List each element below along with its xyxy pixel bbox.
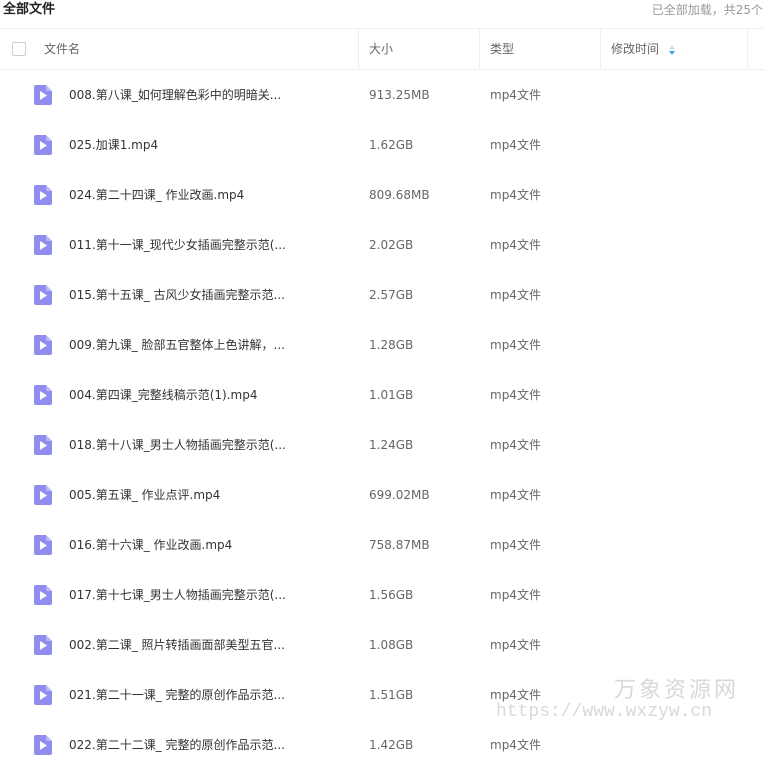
video-file-icon [34, 735, 52, 755]
file-row[interactable]: 017.第十七课_男士人物插画完整示范(... 1.56GB mp4文件 [0, 570, 765, 620]
video-file-icon [34, 635, 52, 655]
file-size: 758.87MB [369, 538, 430, 552]
file-row[interactable]: 025.加课1.mp4 1.62GB mp4文件 [0, 120, 765, 170]
file-size: 1.62GB [369, 138, 414, 152]
file-size: 1.51GB [369, 688, 414, 702]
file-name[interactable]: 024.第二十四课_ 作业改画.mp4 [69, 170, 244, 220]
column-divider[interactable] [358, 29, 359, 69]
file-row[interactable]: 016.第十六课_ 作业改画.mp4 758.87MB mp4文件 [0, 520, 765, 570]
file-row[interactable]: 024.第二十四课_ 作业改画.mp4 809.68MB mp4文件 [0, 170, 765, 220]
file-row[interactable]: 018.第十八课_男士人物插画完整示范(... 1.24GB mp4文件 [0, 420, 765, 470]
file-type: mp4文件 [490, 388, 541, 402]
file-size: 699.02MB [369, 488, 430, 502]
video-file-icon [34, 535, 52, 555]
file-name[interactable]: 016.第十六课_ 作业改画.mp4 [69, 520, 232, 570]
video-file-icon [34, 285, 52, 305]
file-type: mp4文件 [490, 438, 541, 452]
video-file-icon [34, 135, 52, 155]
file-type: mp4文件 [490, 588, 541, 602]
file-type: mp4文件 [490, 338, 541, 352]
video-file-icon [34, 435, 52, 455]
file-name[interactable]: 021.第二十一课_ 完整的原创作品示范... [69, 670, 285, 720]
video-file-icon [34, 385, 52, 405]
file-name[interactable]: 015.第十五课_ 古风少女插画完整示范... [69, 270, 285, 320]
file-type: mp4文件 [490, 88, 541, 102]
file-row[interactable]: 002.第二课_ 照片转插画面部美型五官... 1.08GB mp4文件 [0, 620, 765, 670]
file-name[interactable]: 005.第五课_ 作业点评.mp4 [69, 470, 220, 520]
file-list: 008.第八课_如何理解色彩中的明暗关... 913.25MB mp4文件 025.加… [0, 70, 765, 770]
file-size: 2.57GB [369, 288, 414, 302]
file-name[interactable]: 018.第十八课_男士人物插画完整示范(... [69, 420, 286, 470]
file-type: mp4文件 [490, 188, 541, 202]
sort-arrow-icon[interactable] [668, 44, 676, 56]
file-size: 1.08GB [369, 638, 414, 652]
file-size: 2.02GB [369, 238, 414, 252]
file-name[interactable]: 022.第二十二课_ 完整的原创作品示范... [69, 720, 285, 770]
column-header-name[interactable]: 文件名 [44, 29, 358, 69]
file-type: mp4文件 [490, 538, 541, 552]
file-name[interactable]: 004.第四课_完整线稿示范(1).mp4 [69, 370, 257, 420]
column-divider[interactable] [747, 29, 748, 69]
video-file-icon [34, 185, 52, 205]
file-type: mp4文件 [490, 138, 541, 152]
video-file-icon [34, 685, 52, 705]
video-file-icon [34, 335, 52, 355]
file-row[interactable]: 008.第八课_如何理解色彩中的明暗关... 913.25MB mp4文件 [0, 70, 765, 120]
file-size: 1.56GB [369, 588, 414, 602]
file-size: 913.25MB [369, 88, 430, 102]
file-size: 1.42GB [369, 738, 414, 752]
video-file-icon [34, 485, 52, 505]
column-header-type[interactable]: 类型 [490, 29, 600, 69]
video-file-icon [34, 85, 52, 105]
column-divider[interactable] [600, 29, 601, 69]
file-type: mp4文件 [490, 238, 541, 252]
loaded-status: 已全部加载，共25个 [651, 3, 763, 17]
page-title: 全部文件 [3, 2, 56, 17]
select-all-checkbox[interactable] [12, 42, 26, 56]
file-row[interactable]: 022.第二十二课_ 完整的原创作品示范... 1.42GB mp4文件 [0, 720, 765, 770]
file-type: mp4文件 [490, 288, 541, 302]
file-row[interactable]: 004.第四课_完整线稿示范(1).mp4 1.01GB mp4文件 [0, 370, 765, 420]
file-size: 1.28GB [369, 338, 414, 352]
video-file-icon [34, 585, 52, 605]
file-name[interactable]: 008.第八课_如何理解色彩中的明暗关... [69, 70, 281, 120]
column-header-modified[interactable]: 修改时间 [611, 29, 671, 69]
column-divider[interactable] [479, 29, 480, 69]
file-row[interactable]: 009.第九课_ 脸部五官整体上色讲解，... 1.28GB mp4文件 [0, 320, 765, 370]
file-row[interactable]: 011.第十一课_现代少女插画完整示范(... 2.02GB mp4文件 [0, 220, 765, 270]
top-bar: 全部文件 已全部加载，共25个 [0, 0, 765, 22]
file-row[interactable]: 005.第五课_ 作业点评.mp4 699.02MB mp4文件 [0, 470, 765, 520]
file-type: mp4文件 [490, 738, 541, 752]
file-name[interactable]: 011.第十一课_现代少女插画完整示范(... [69, 220, 286, 270]
file-row[interactable]: 021.第二十一课_ 完整的原创作品示范... 1.51GB mp4文件 [0, 670, 765, 720]
file-type: mp4文件 [490, 688, 541, 702]
file-type: mp4文件 [490, 488, 541, 502]
file-size: 809.68MB [369, 188, 430, 202]
file-size: 1.01GB [369, 388, 414, 402]
file-row[interactable]: 015.第十五课_ 古风少女插画完整示范... 2.57GB mp4文件 [0, 270, 765, 320]
file-name[interactable]: 025.加课1.mp4 [69, 120, 158, 170]
file-name[interactable]: 017.第十七课_男士人物插画完整示范(... [69, 570, 286, 620]
table-header: 文件名 大小 类型 修改时间 [0, 28, 765, 70]
file-name[interactable]: 002.第二课_ 照片转插画面部美型五官... [69, 620, 285, 670]
file-size: 1.24GB [369, 438, 414, 452]
file-name[interactable]: 009.第九课_ 脸部五官整体上色讲解，... [69, 320, 285, 370]
file-type: mp4文件 [490, 638, 541, 652]
video-file-icon [34, 235, 52, 255]
column-header-size[interactable]: 大小 [369, 29, 479, 69]
